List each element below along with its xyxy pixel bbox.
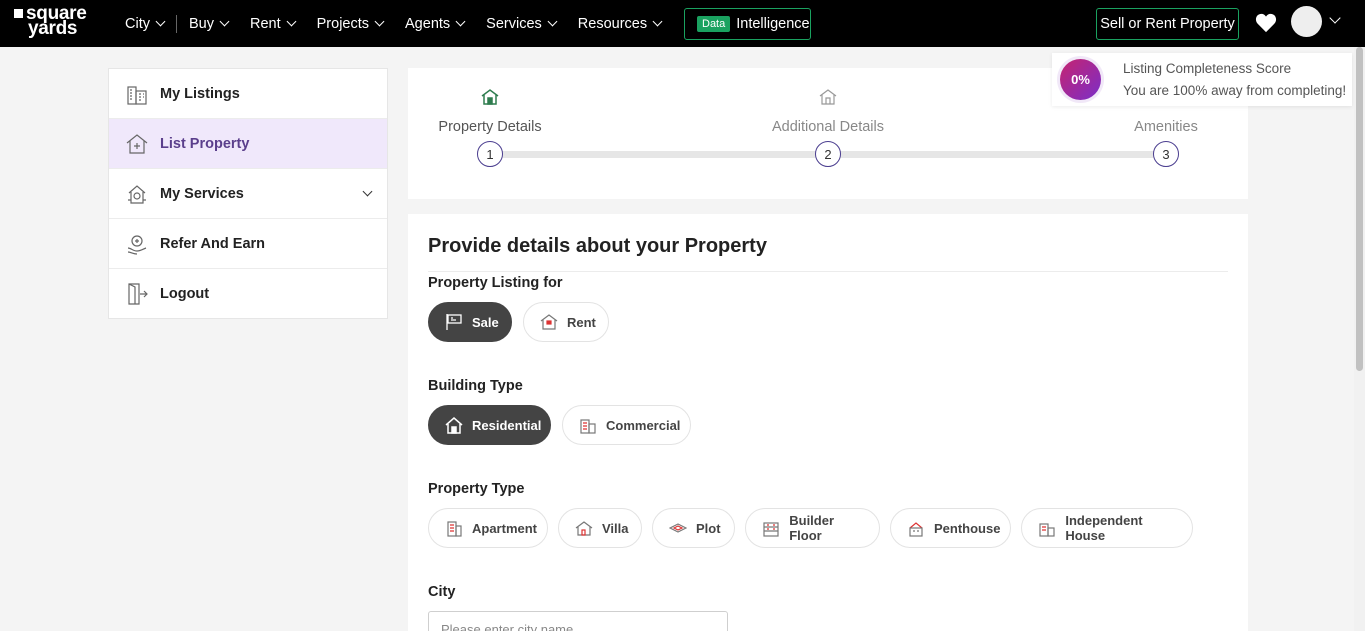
completeness-title: Listing Completeness Score xyxy=(1123,61,1292,76)
sidebar-item-label: Logout xyxy=(160,286,210,302)
listing-for-label: Property Listing for xyxy=(428,275,563,291)
chevron-down-icon xyxy=(455,16,466,27)
sidebar-item-label: Refer And Earn xyxy=(160,235,266,252)
option-plot[interactable]: Plot xyxy=(652,508,735,548)
sell-or-rent-button[interactable]: Sell or Rent Property xyxy=(1096,8,1239,40)
chevron-down-icon xyxy=(652,16,663,27)
chevron-down-icon[interactable] xyxy=(362,186,373,197)
residential-house-icon xyxy=(445,415,463,435)
option-sale[interactable]: Sale xyxy=(428,302,512,342)
independent-house-icon xyxy=(1038,518,1056,538)
option-independent-house[interactable]: Independent House xyxy=(1021,508,1193,548)
main-nav: City Buy Rent Projects Agents Services R… xyxy=(125,0,683,47)
scrollbar-thumb[interactable] xyxy=(1356,47,1363,371)
form-title: Provide details about your Property xyxy=(428,235,767,257)
nav-resources[interactable]: Resources xyxy=(578,16,663,32)
nav-rent[interactable]: Rent xyxy=(250,16,297,32)
services-icon xyxy=(124,181,149,206)
option-commercial[interactable]: Commercial xyxy=(562,405,691,445)
house-icon xyxy=(748,86,908,108)
option-villa[interactable]: Villa xyxy=(558,508,642,548)
step-property-details[interactable]: Property Details xyxy=(410,86,570,135)
step-title: Property Details xyxy=(438,119,542,135)
nav-agents[interactable]: Agents xyxy=(405,16,466,32)
sidebar-item-label: My Services xyxy=(160,185,244,202)
nav-city[interactable]: City xyxy=(125,16,166,32)
intelligence-label: Intelligence xyxy=(736,16,810,32)
chevron-down-icon xyxy=(286,16,297,27)
nav-divider xyxy=(175,14,177,33)
commercial-building-icon xyxy=(579,415,597,435)
option-builder-floor[interactable]: Builder Floor xyxy=(745,508,880,548)
house-icon xyxy=(410,86,570,108)
squareyards-logo[interactable]: square yards xyxy=(14,4,98,42)
refer-icon xyxy=(124,231,149,256)
house-plus-icon xyxy=(124,131,149,156)
building-type-label: Building Type xyxy=(428,378,523,394)
page-scrollbar[interactable] xyxy=(1354,47,1365,631)
account-sidebar: My Listings List Property My Services Re… xyxy=(108,68,388,319)
top-navbar: square yards City Buy Rent Projects Agen… xyxy=(0,0,1365,47)
penthouse-icon xyxy=(907,518,925,538)
property-details-form: Provide details about your Property Prop… xyxy=(408,214,1248,631)
sidebar-item-label: List Property xyxy=(160,135,250,152)
nav-services[interactable]: Services xyxy=(486,16,558,32)
sidebar-item-my-services[interactable]: My Services xyxy=(109,169,387,219)
data-badge: Data xyxy=(697,16,731,32)
city-label: City xyxy=(428,584,456,600)
data-intelligence-button[interactable]: Data Intelligence xyxy=(684,8,811,40)
avatar[interactable] xyxy=(1291,6,1322,37)
chevron-down-icon xyxy=(547,16,558,27)
city-input[interactable] xyxy=(428,611,728,631)
chevron-down-icon xyxy=(155,16,166,27)
nav-projects[interactable]: Projects xyxy=(317,16,385,32)
step-number[interactable]: 2 xyxy=(815,141,841,167)
sidebar-item-my-listings[interactable]: My Listings xyxy=(109,69,387,119)
villa-icon xyxy=(575,518,593,538)
option-penthouse[interactable]: Penthouse xyxy=(890,508,1011,548)
apartment-icon xyxy=(445,518,463,538)
step-number[interactable]: 3 xyxy=(1153,141,1179,167)
chevron-down-icon xyxy=(219,16,230,27)
sidebar-item-label: My Listings xyxy=(160,85,240,102)
nav-buy[interactable]: Buy xyxy=(189,16,230,32)
rent-house-icon xyxy=(540,312,558,332)
completeness-percent: 0% xyxy=(1071,72,1090,87)
building-icon xyxy=(124,81,149,106)
heart-icon[interactable] xyxy=(1255,13,1277,33)
step-title: Amenities xyxy=(1134,119,1198,135)
plot-icon xyxy=(669,518,687,538)
divider xyxy=(428,271,1228,272)
step-title: Additional Details xyxy=(771,119,885,135)
sidebar-item-refer-and-earn[interactable]: Refer And Earn xyxy=(109,219,387,269)
step-additional-details[interactable]: Additional Details xyxy=(748,86,908,135)
chevron-down-icon xyxy=(374,16,385,27)
builder-floor-icon xyxy=(762,518,780,538)
sale-flag-icon xyxy=(445,312,463,332)
logout-icon xyxy=(124,282,149,307)
chevron-down-icon[interactable] xyxy=(1329,12,1341,24)
completeness-score-card: 0% Listing Completeness Score You are 10… xyxy=(1052,53,1352,106)
sidebar-item-list-property[interactable]: List Property xyxy=(109,119,387,169)
option-rent[interactable]: Rent xyxy=(523,302,609,342)
option-residential[interactable]: Residential xyxy=(428,405,551,445)
completeness-ring: 0% xyxy=(1060,59,1101,100)
sidebar-item-logout[interactable]: Logout xyxy=(109,269,387,319)
property-type-label: Property Type xyxy=(428,481,525,497)
option-apartment[interactable]: Apartment xyxy=(428,508,548,548)
completeness-subtitle: You are 100% away from completing! xyxy=(1123,83,1347,98)
step-number[interactable]: 1 xyxy=(477,141,503,167)
